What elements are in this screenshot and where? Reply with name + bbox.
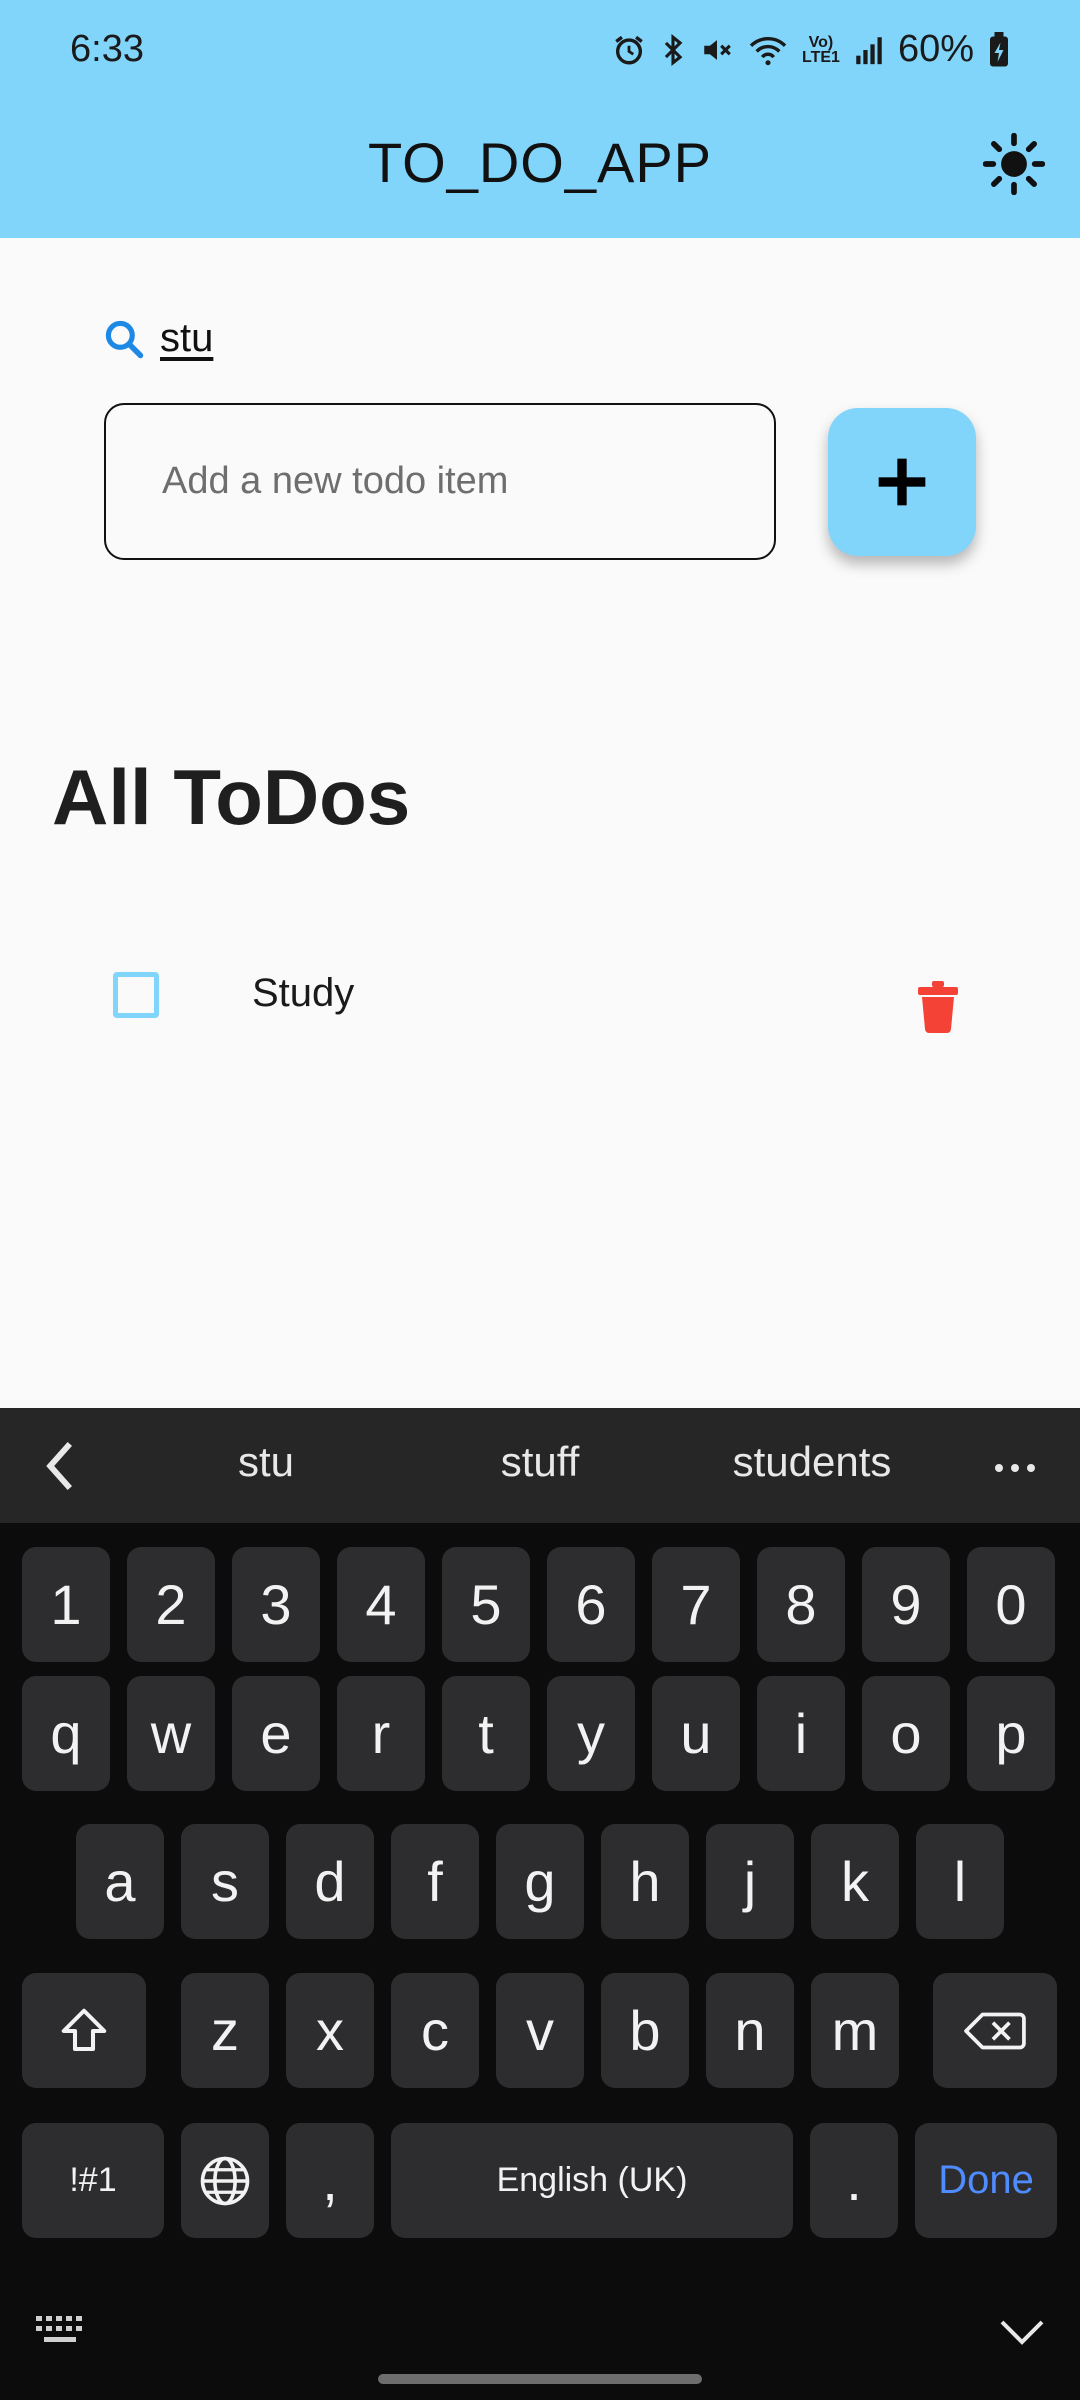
backspace-key[interactable] (933, 1973, 1057, 2088)
key-l[interactable]: l (916, 1824, 1004, 1939)
app-bar: 6:33 Vo) LTE1 60% TO_DO_APP (0, 0, 1080, 238)
key-s[interactable]: s (181, 1824, 269, 1939)
language-key[interactable] (181, 2123, 269, 2238)
suggestion-back-button[interactable] (30, 1436, 90, 1496)
key-g[interactable]: g (496, 1824, 584, 1939)
key-r[interactable]: r (337, 1676, 425, 1791)
key-5[interactable]: 5 (442, 1547, 530, 1662)
key-w[interactable]: w (127, 1676, 215, 1791)
plus-icon (878, 458, 926, 506)
todo-checkbox[interactable] (113, 972, 159, 1018)
wifi-icon (748, 33, 788, 67)
sun-icon (983, 133, 1045, 195)
search-icon (105, 320, 144, 358)
key-0[interactable]: 0 (967, 1547, 1055, 1662)
key-9[interactable]: 9 (862, 1547, 950, 1662)
key-q[interactable]: q (22, 1676, 110, 1791)
key-j[interactable]: j (706, 1824, 794, 1939)
key-m[interactable]: m (811, 1973, 899, 2088)
battery-percent: 60% (897, 28, 974, 70)
symbols-key[interactable]: !#1 (22, 2123, 164, 2238)
delete-todo-button[interactable] (906, 975, 970, 1039)
key-1[interactable]: 1 (22, 1547, 110, 1662)
mute-icon (700, 33, 734, 67)
section-title: All ToDos (52, 753, 411, 841)
more-options-button[interactable] (990, 1448, 1040, 1488)
battery-charging-icon (988, 31, 1010, 68)
done-key[interactable]: Done (915, 2123, 1057, 2238)
globe-icon (200, 2156, 250, 2205)
key-7[interactable]: 7 (652, 1547, 740, 1662)
key-n[interactable]: n (706, 1973, 794, 2088)
suggestion-1[interactable]: stu (166, 1438, 366, 1486)
suggestion-2[interactable]: stuff (440, 1438, 640, 1486)
key-y[interactable]: y (547, 1676, 635, 1791)
key-2[interactable]: 2 (127, 1547, 215, 1662)
key-c[interactable]: c (391, 1973, 479, 2088)
shift-key[interactable] (22, 1973, 146, 2088)
suggestion-bar: stu stuff students (0, 1408, 1080, 1523)
search-bar[interactable]: stu (102, 316, 213, 361)
comma-key[interactable]: , (286, 2123, 374, 2238)
key-i[interactable]: i (757, 1676, 845, 1791)
status-icons: Vo) LTE1 60% (612, 28, 1010, 71)
key-b[interactable]: b (601, 1973, 689, 2088)
key-z[interactable]: z (181, 1973, 269, 2088)
search-input[interactable]: stu (160, 316, 213, 361)
key-u[interactable]: u (652, 1676, 740, 1791)
chevron-down-icon[interactable] (996, 2312, 1048, 2352)
key-x[interactable]: x (286, 1973, 374, 2088)
more-horizontal-icon (995, 1464, 1035, 1472)
soft-keyboard: stu stuff students 1234567890 qwertyuiop a… (0, 1408, 1080, 2400)
key-8[interactable]: 8 (757, 1547, 845, 1662)
keyboard-hide-icon[interactable] (34, 2310, 86, 2350)
key-k[interactable]: k (811, 1824, 899, 1939)
period-key[interactable]: . (810, 2123, 898, 2238)
home-indicator (378, 2374, 702, 2384)
space-key[interactable]: English (UK) (391, 2123, 793, 2238)
key-t[interactable]: t (442, 1676, 530, 1791)
key-p[interactable]: p (967, 1676, 1055, 1791)
bluetooth-icon (660, 33, 686, 67)
key-f[interactable]: f (391, 1824, 479, 1939)
chevron-left-icon (46, 1441, 73, 1491)
theme-toggle-button[interactable] (978, 128, 1050, 200)
add-todo-button[interactable] (828, 408, 976, 556)
shift-icon (61, 2008, 107, 2051)
key-4[interactable]: 4 (337, 1547, 425, 1662)
lte-indicator: Vo) LTE1 (802, 33, 840, 66)
todo-text: Study (252, 971, 355, 1015)
app-title: TO_DO_APP (367, 131, 713, 194)
trash-icon (918, 981, 958, 1033)
key-e[interactable]: e (232, 1676, 320, 1791)
key-3[interactable]: 3 (232, 1547, 320, 1662)
key-6[interactable]: 6 (547, 1547, 635, 1662)
new-todo-input[interactable] (104, 403, 776, 560)
signal-icon (854, 33, 884, 67)
alarm-icon (612, 33, 646, 67)
todo-item: Study (0, 945, 1080, 1045)
key-v[interactable]: v (496, 1973, 584, 2088)
backspace-icon (964, 2012, 1026, 2049)
status-time: 6:33 (70, 28, 144, 70)
key-o[interactable]: o (862, 1676, 950, 1791)
suggestion-3[interactable]: students (702, 1438, 922, 1486)
key-a[interactable]: a (76, 1824, 164, 1939)
key-h[interactable]: h (601, 1824, 689, 1939)
key-d[interactable]: d (286, 1824, 374, 1939)
